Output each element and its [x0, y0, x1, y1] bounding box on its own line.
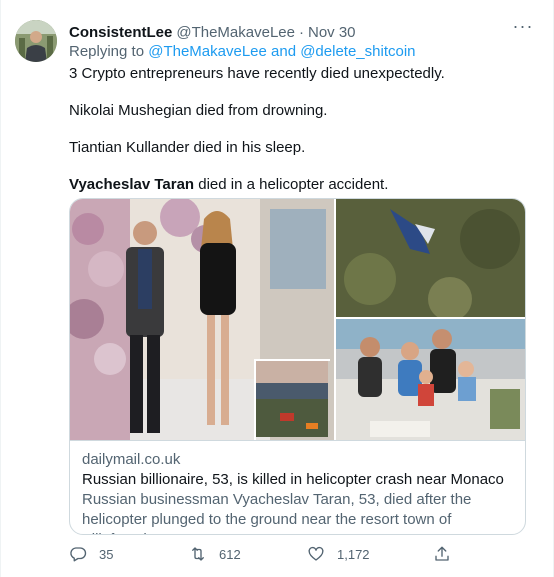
- author-name[interactable]: ConsistentLee: [69, 24, 172, 41]
- author-handle[interactable]: @TheMakaveLee: [176, 24, 295, 41]
- reply-targets-link[interactable]: @TheMakaveLee and @delete_shitcoin: [148, 43, 415, 60]
- tweet-text: 3 Crypto entrepreneurs have recently die…: [69, 64, 529, 212]
- bold-name: Vyacheslav Taran: [69, 176, 195, 193]
- more-horizontal-icon[interactable]: ···: [511, 17, 535, 40]
- reply-button[interactable]: 35: [69, 545, 113, 563]
- card-image-collage[interactable]: [70, 199, 525, 440]
- share-icon: [435, 546, 449, 561]
- retweet-icon: [192, 547, 204, 561]
- tweet[interactable]: ConsistentLee @TheMakaveLee · Nov 30 ···…: [0, 0, 554, 577]
- link-card[interactable]: dailymail.co.uk Russian billionaire, 53,…: [69, 198, 526, 535]
- retweet-button[interactable]: 612: [189, 545, 241, 563]
- share-button[interactable]: [433, 545, 463, 563]
- card-domain: dailymail.co.uk: [82, 451, 181, 468]
- tweet-line: Vyacheslav Taran died in a helicopter ac…: [69, 175, 529, 195]
- retweet-count: 612: [219, 546, 241, 562]
- reply-icon: [70, 547, 87, 562]
- reply-prefix: Replying to: [69, 43, 145, 60]
- separator: ·: [298, 23, 304, 41]
- tweet-actions: 35 612 1,172: [69, 545, 539, 567]
- tweet-date[interactable]: Nov 30: [308, 24, 356, 41]
- heart-icon: [308, 546, 324, 561]
- tweet-line: Tiantian Kullander died in his sleep.: [69, 139, 306, 156]
- card-meta[interactable]: dailymail.co.uk Russian billionaire, 53,…: [70, 440, 525, 534]
- reply-count: 35: [99, 546, 114, 562]
- like-button[interactable]: 1,172: [307, 545, 370, 563]
- tweet-header: ConsistentLee @TheMakaveLee · Nov 30: [69, 22, 356, 42]
- tweet-line: Nikolai Mushegian died from drowning.: [69, 102, 328, 119]
- reply-context: Replying to @TheMakaveLee and @delete_sh…: [69, 43, 416, 60]
- tweet-line: 3 Crypto entrepreneurs have recently die…: [69, 65, 445, 82]
- card-description: Russian businessman Vyacheslav Taran, 53…: [82, 491, 472, 534]
- tweet-line-rest: died in a helicopter accident.: [194, 176, 389, 193]
- card-headline: Russian billionaire, 53, is killed in he…: [82, 471, 504, 488]
- like-count: 1,172: [337, 546, 370, 562]
- avatar[interactable]: [15, 20, 57, 62]
